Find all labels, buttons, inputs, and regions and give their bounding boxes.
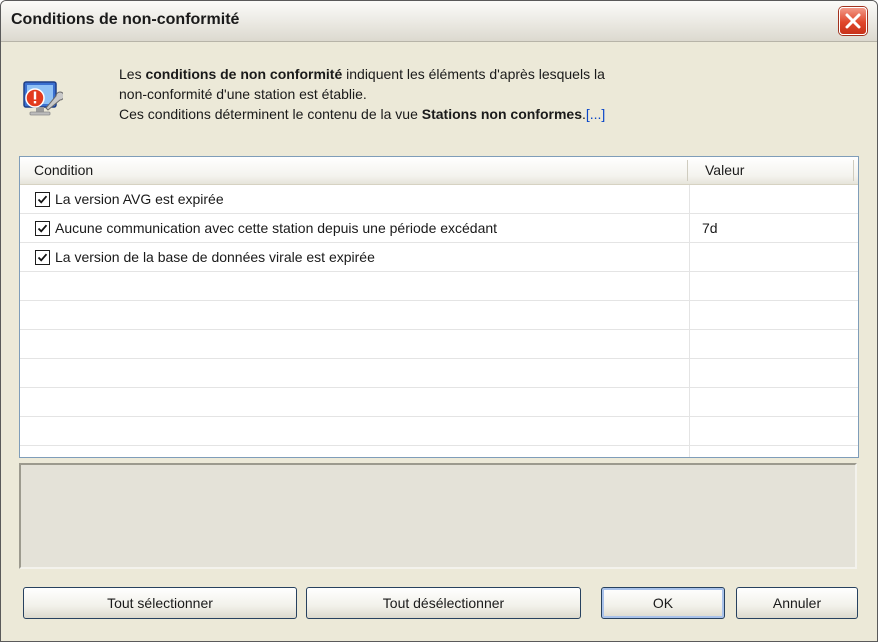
ok-button[interactable]: OK [601,587,725,619]
checkmark-icon [37,195,48,204]
cancel-button[interactable]: Annuler [736,587,858,619]
description-line-3: Ces conditions déterminent le contenu de… [119,104,605,124]
table-row[interactable]: La version de la base de données virale … [20,243,858,272]
condition-cell: La version AVG est expirée [55,191,224,207]
table-row[interactable]: Aucune communication avec cette station … [20,214,858,243]
dialog-title: Conditions de non-conformité [11,11,240,28]
table-row[interactable]: La version AVG est expirée [20,185,858,214]
text-segment: Ces conditions déterminent le contenu de… [119,106,422,122]
description-line-1: Les conditions de non conformité indique… [119,64,605,84]
empty-row [20,272,858,301]
list-header: Condition Valeur [20,157,858,185]
column-divider[interactable] [853,160,854,181]
checkmark-icon [37,253,48,262]
info-panel [19,463,857,569]
description-text: Les conditions de non conformité indique… [119,64,605,124]
column-divider[interactable] [687,160,688,181]
row-checkbox[interactable] [35,250,50,265]
close-button[interactable] [839,7,867,35]
condition-cell: La version de la base de données virale … [55,249,375,265]
description-line-2: non-conformité d'une station est établie… [119,86,367,102]
empty-row [20,301,858,330]
conditions-list: Condition Valeur La version AVG est expi… [19,156,859,458]
description-header: Les conditions de non conformité indique… [1,42,877,149]
text-segment: Les [119,66,146,82]
empty-row [20,388,858,417]
title-bar[interactable]: Conditions de non-conformité [1,1,877,42]
value-cell[interactable]: 7d [702,220,718,236]
close-icon [845,13,861,29]
empty-row [20,417,858,446]
more-info-link[interactable]: [...] [586,106,605,122]
deselect-all-button[interactable]: Tout désélectionner [306,587,581,619]
column-header-valeur[interactable]: Valeur [705,162,744,178]
checkmark-icon [37,224,48,233]
condition-cell: Aucune communication avec cette station … [55,220,498,236]
row-checkbox[interactable] [35,221,50,236]
empty-row [20,330,858,359]
text-bold: conditions de non conformité [145,66,343,82]
dialog-window: Conditions de non-conformité Les conditi… [0,0,878,642]
column-header-condition[interactable]: Condition [34,162,93,178]
text-bold: Stations non conformes [421,106,582,122]
monitor-warning-wrench-icon [23,81,63,116]
select-all-button[interactable]: Tout sélectionner [23,587,297,619]
text-segment: indiquent les éléments d'après lesquels … [342,66,605,82]
empty-row [20,359,858,388]
row-checkbox[interactable] [35,192,50,207]
